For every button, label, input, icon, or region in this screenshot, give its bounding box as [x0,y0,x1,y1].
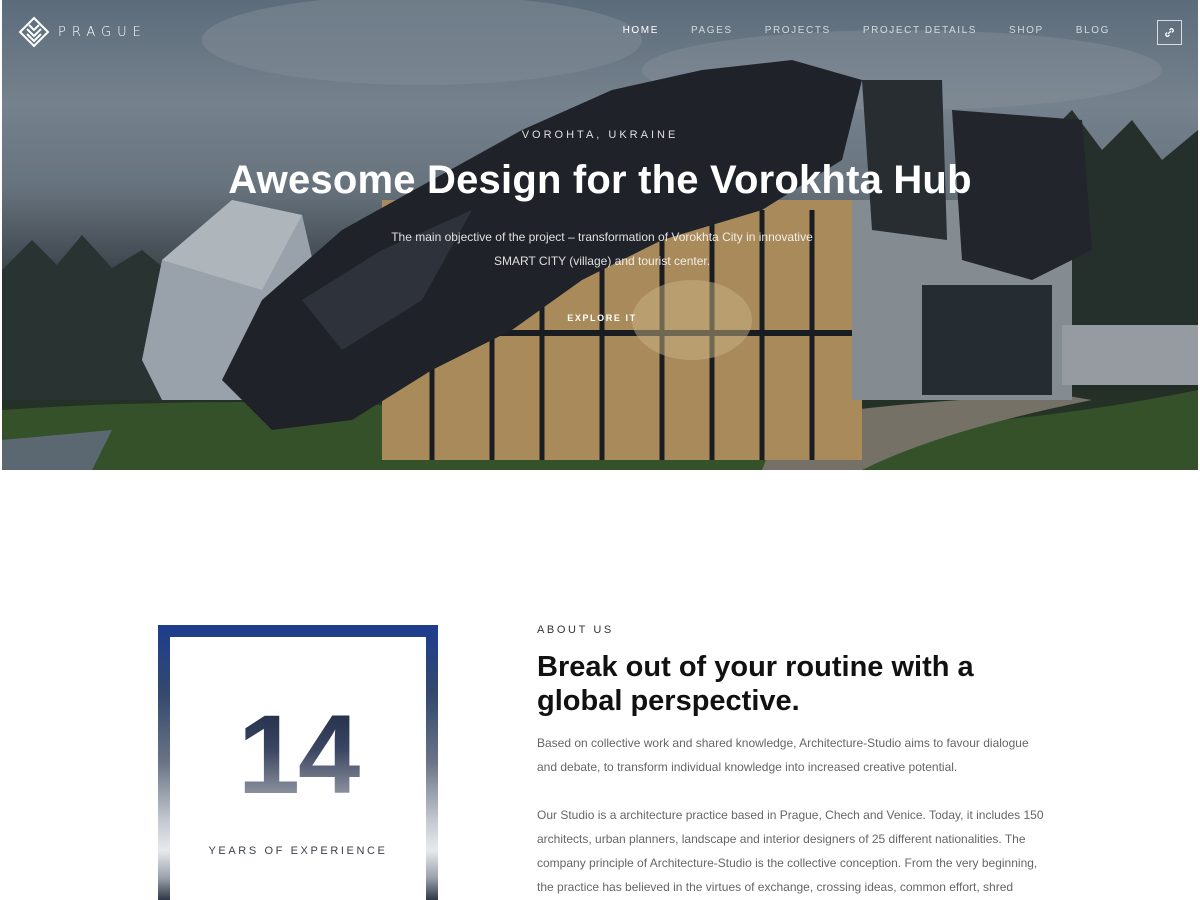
brand-name: PRAGUE [58,24,147,40]
nav-link-pages[interactable]: PAGES [675,25,749,36]
hero-title: Awesome Design for the Vorokhta Hub [228,158,972,202]
link-button[interactable] [1157,20,1182,45]
top-navigation: PRAGUE HOME PAGES PROJECTS PROJECT DETAI… [2,0,1198,64]
nav-link-projects[interactable]: PROJECTS [749,25,847,36]
nav-link-blog[interactable]: BLOG [1060,25,1126,36]
hero-section: PRAGUE HOME PAGES PROJECTS PROJECT DETAI… [2,0,1198,470]
about-paragraph-2: Our Studio is a architecture practice ba… [537,808,1044,894]
experience-label: YEARS OF EXPERIENCE [208,845,388,857]
nav-link-shop[interactable]: SHOP [993,25,1060,36]
nav-link-project-details[interactable]: PROJECT DETAILS [847,25,993,36]
hero-location: VOROHTA, UKRAINE [521,129,679,141]
explore-it-button[interactable]: EXPLORE IT [522,313,682,323]
nav-link-home[interactable]: HOME [607,25,675,36]
experience-card-inner: 14 YEARS OF EXPERIENCE [170,637,426,900]
brand-logo[interactable]: PRAGUE [18,16,147,48]
about-section: ABOUT US Break out of your routine with … [537,624,1057,899]
experience-card: 14 YEARS OF EXPERIENCE [158,625,438,900]
link-icon [1165,28,1174,37]
layered-diamond-logo-icon [18,16,50,48]
hero-description-line1: The main objective of the project – tran… [391,230,813,244]
about-title: Break out of your routine with a global … [537,651,974,717]
hero-description: The main objective of the project – tran… [352,225,852,273]
about-paragraph-1: Based on collective work and shared know… [537,736,1029,774]
experience-years-number: 14 [170,699,426,811]
about-eyebrow: ABOUT US [537,624,614,636]
main-menu: HOME PAGES PROJECTS PROJECT DETAILS SHOP… [607,25,1126,36]
hero-description-line2: SMART CITY (village) and tourist center. [493,254,711,268]
